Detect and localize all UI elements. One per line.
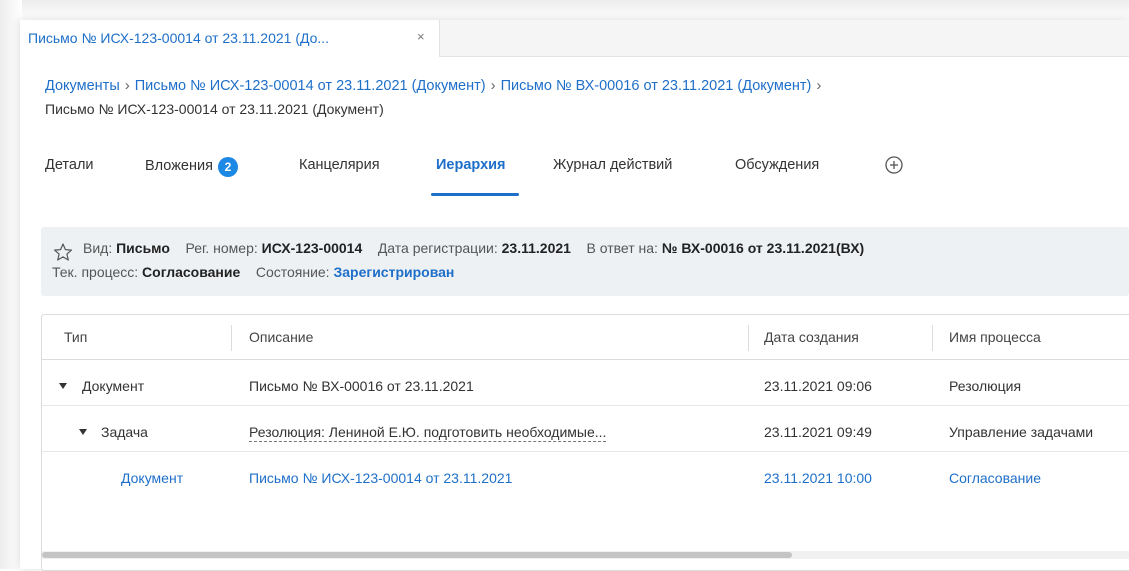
column-header-description[interactable]: Описание — [249, 329, 313, 345]
summary-line-1: Вид: Письмо Рег. номер: ИСХ-123-00014 Да… — [83, 240, 864, 256]
column-header-type[interactable]: Тип — [64, 329, 87, 345]
column-header-process[interactable]: Имя процесса — [949, 329, 1041, 345]
reply-to-label: В ответ на: — [586, 240, 658, 256]
scrollbar-thumb[interactable] — [42, 552, 792, 558]
process-label: Тек. процесс: — [52, 264, 139, 280]
active-tab-indicator — [431, 193, 519, 196]
row-type[interactable]: Документ — [121, 470, 183, 486]
attachments-count-badge: 2 — [217, 157, 238, 177]
row-created: 23.11.2021 09:06 — [764, 378, 872, 394]
document-tab-title[interactable]: Письмо № ИСХ-123-00014 от 23.11.2021 (До… — [28, 30, 329, 46]
tab-attachments[interactable]: Вложения 2 — [145, 157, 238, 177]
process-value: Согласование — [142, 264, 241, 280]
row-divider — [42, 405, 1129, 406]
breadcrumb: Документы › Письмо № ИСХ-123-00014 от 23.1… — [45, 77, 826, 94]
tab-hierarchy[interactable]: Иерархия — [436, 157, 506, 173]
chevron-right-icon: › — [124, 77, 130, 94]
reg-date-value: 23.11.2021 — [501, 240, 571, 256]
plus-circle-icon[interactable] — [884, 155, 904, 175]
row-description[interactable]: Резолюция: Лениной Е.Ю. подготовить необ… — [249, 424, 607, 442]
state-value-link[interactable]: Зарегистрирован — [333, 264, 454, 280]
table-header: Тип Описание Дата создания Имя процесса — [42, 315, 1129, 360]
tab-discussions[interactable]: Обсуждения — [735, 157, 819, 173]
row-divider — [42, 451, 1129, 452]
document-tab-strip: Письмо № ИСХ-123-00014 от 23.11.2021 (До… — [20, 20, 1129, 57]
star-outline-icon[interactable] — [53, 242, 73, 262]
section-tabs: Детали Вложения 2 Канцелярия Иерархия Жур… — [45, 151, 1129, 197]
breadcrumb-link-incoming-letter[interactable]: Письмо № ВХ-00016 от 23.11.2021 (Докумен… — [501, 78, 812, 94]
tab-details[interactable]: Детали — [45, 157, 94, 173]
reg-date-label: Дата регистрации: — [377, 240, 498, 256]
summary-line-2: Тек. процесс: Согласование Состояние: За… — [52, 264, 454, 280]
tab-office[interactable]: Канцелярия — [299, 157, 380, 173]
table-row[interactable]: Документ Письмо № ВХ-00016 от 23.11.2021… — [42, 370, 1129, 403]
reg-number-value: ИСХ-123-00014 — [261, 240, 363, 256]
row-type: Документ — [82, 378, 145, 394]
row-type: Задача — [101, 424, 148, 440]
column-divider[interactable] — [231, 325, 232, 351]
chevron-right-icon: › — [490, 77, 496, 94]
breadcrumb-current: Письмо № ИСХ-123-00014 от 23.11.2021 (До… — [45, 101, 384, 117]
document-summary: Вид: Письмо Рег. номер: ИСХ-123-00014 Да… — [41, 227, 1129, 296]
close-icon[interactable]: × — [417, 29, 425, 44]
row-description[interactable]: Письмо № ИСХ-123-00014 от 23.11.2021 — [249, 470, 512, 486]
state-label: Состояние: — [255, 264, 330, 280]
table-row-current[interactable]: Документ Письмо № ИСХ-123-00014 от 23.11… — [42, 462, 1129, 495]
breadcrumb-link-outgoing-letter[interactable]: Письмо № ИСХ-123-00014 от 23.11.2021 (До… — [135, 78, 486, 94]
reply-to-value: № ВХ-00016 от 23.11.2021(ВХ) — [661, 240, 865, 256]
tab-action-log[interactable]: Журнал действий — [553, 157, 672, 173]
row-description: Письмо № ВХ-00016 от 23.11.2021 — [249, 378, 474, 394]
horizontal-scrollbar[interactable] — [42, 551, 1129, 559]
reg-number-label: Рег. номер: — [185, 240, 258, 256]
row-process: Управление задачами — [949, 424, 1094, 440]
tab-attachments-label: Вложения — [145, 158, 213, 174]
row-created: 23.11.2021 09:49 — [764, 424, 872, 440]
breadcrumb-link-documents[interactable]: Документы — [45, 78, 120, 94]
table-row[interactable]: Задача Резолюция: Лениной Е.Ю. подготови… — [42, 416, 1129, 449]
chevron-right-icon: › — [816, 77, 822, 94]
caret-down-icon[interactable] — [79, 429, 87, 435]
document-panel: Письмо № ИСХ-123-00014 от 23.11.2021 (До… — [20, 20, 1129, 571]
kind-label: Вид: — [83, 240, 113, 256]
caret-down-icon[interactable] — [59, 383, 67, 389]
document-tab[interactable]: Письмо № ИСХ-123-00014 от 23.11.2021 (До… — [20, 20, 440, 57]
column-divider[interactable] — [748, 325, 749, 351]
row-created[interactable]: 23.11.2021 10:00 — [764, 470, 872, 486]
background-shade-left — [0, 0, 22, 569]
row-process[interactable]: Согласование — [949, 470, 1041, 486]
kind-value: Письмо — [116, 240, 170, 256]
background-shade — [0, 0, 1129, 20]
column-header-created[interactable]: Дата создания — [764, 329, 859, 345]
column-divider[interactable] — [932, 325, 933, 351]
row-process: Резолюция — [949, 378, 1022, 394]
hierarchy-table: Тип Описание Дата создания Имя процесса … — [41, 314, 1129, 571]
